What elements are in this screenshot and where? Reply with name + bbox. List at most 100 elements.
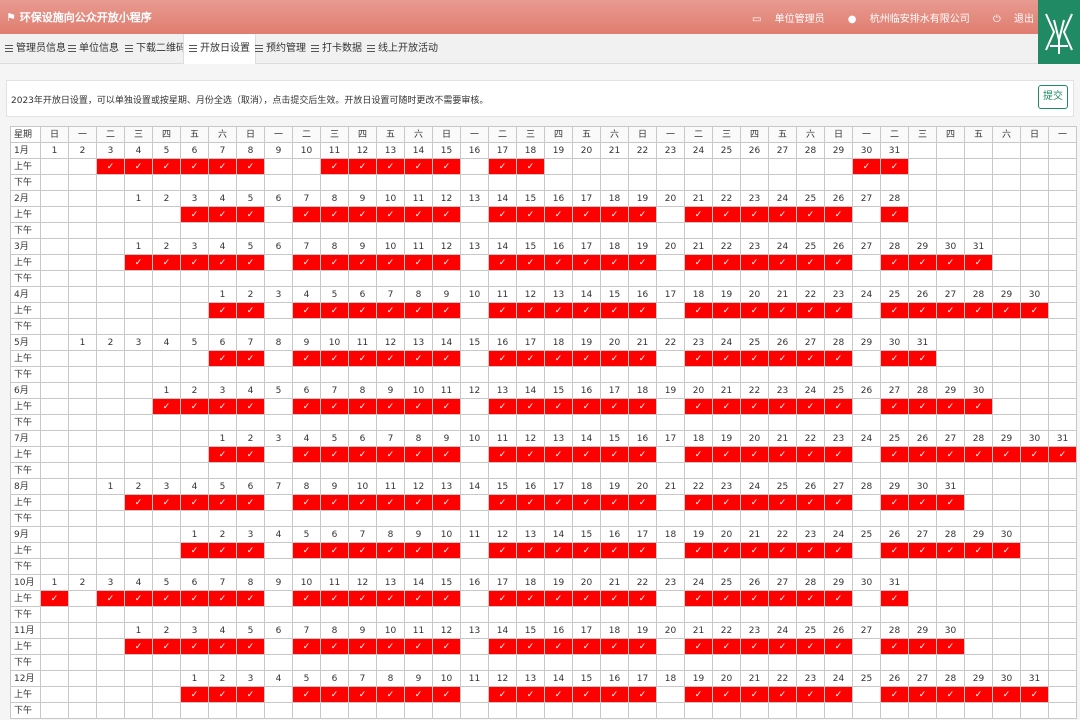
- pm-slot-cell[interactable]: [264, 702, 293, 719]
- am-slot-cell[interactable]: ✓: [572, 590, 601, 607]
- pm-slot-cell[interactable]: [348, 558, 377, 575]
- am-slot-cell[interactable]: ✓: [404, 158, 433, 175]
- am-slot-cell[interactable]: ✓: [348, 350, 377, 367]
- pm-slot-cell[interactable]: [1048, 462, 1077, 479]
- am-slot-cell[interactable]: ✓: [376, 350, 405, 367]
- pm-slot-cell[interactable]: [516, 654, 545, 671]
- am-slot-cell[interactable]: ✓: [768, 590, 797, 607]
- pm-slot-cell[interactable]: [656, 270, 685, 287]
- am-slot-cell[interactable]: ✓: [684, 542, 713, 559]
- pm-slot-cell[interactable]: [348, 222, 377, 239]
- pm-slot-cell[interactable]: [740, 318, 769, 335]
- am-slot-cell[interactable]: ✓: [488, 302, 517, 319]
- pm-slot-cell[interactable]: [684, 510, 713, 527]
- am-slot-cell[interactable]: ✓: [180, 206, 209, 223]
- pm-slot-cell[interactable]: [880, 318, 909, 335]
- pm-slot-cell[interactable]: [404, 414, 433, 431]
- pm-slot-cell[interactable]: [824, 462, 853, 479]
- month-select-4[interactable]: 4月: [10, 286, 41, 303]
- pm-slot-cell[interactable]: [544, 270, 573, 287]
- am-slot-cell[interactable]: ✓: [796, 494, 825, 511]
- pm-slot-cell[interactable]: [964, 414, 993, 431]
- am-slot-cell[interactable]: ✓: [180, 686, 209, 703]
- am-slot-cell[interactable]: ✓: [432, 254, 461, 271]
- pm-slot-cell[interactable]: [432, 222, 461, 239]
- am-slot-cell[interactable]: [460, 638, 489, 655]
- am-slot-cell[interactable]: [124, 350, 153, 367]
- am-slot-cell[interactable]: ✓: [320, 398, 349, 415]
- pm-slot-cell[interactable]: [264, 366, 293, 383]
- pm-slot-cell[interactable]: [880, 462, 909, 479]
- am-slot-cell[interactable]: [656, 206, 685, 223]
- am-slot-cell[interactable]: ✓: [152, 494, 181, 511]
- pm-slot-cell[interactable]: [964, 270, 993, 287]
- am-slot-cell[interactable]: ✓: [376, 590, 405, 607]
- pm-slot-cell[interactable]: [852, 366, 881, 383]
- am-slot-cell[interactable]: ✓: [292, 398, 321, 415]
- pm-slot-cell[interactable]: [320, 558, 349, 575]
- pm-slot-cell[interactable]: [460, 510, 489, 527]
- pm-slot-cell[interactable]: [236, 174, 265, 191]
- pm-slot-cell[interactable]: [544, 174, 573, 191]
- pm-slot-cell[interactable]: [600, 270, 629, 287]
- am-slot-cell[interactable]: ✓: [292, 638, 321, 655]
- weekday-select-1[interactable]: 一: [852, 126, 881, 143]
- am-slot-cell[interactable]: [40, 158, 69, 175]
- tab-download-qrcode[interactable]: 下载二维码: [120, 34, 191, 64]
- am-slot-cell[interactable]: ✓: [600, 206, 629, 223]
- weekday-select-3[interactable]: 三: [712, 126, 741, 143]
- pm-slot-cell[interactable]: [376, 510, 405, 527]
- am-slot-cell[interactable]: ✓: [516, 254, 545, 271]
- am-slot-cell[interactable]: ✓: [796, 302, 825, 319]
- pm-slot-cell[interactable]: [768, 558, 797, 575]
- am-slot-cell[interactable]: ✓: [404, 686, 433, 703]
- am-slot-cell[interactable]: [852, 542, 881, 559]
- pm-slot-cell[interactable]: [152, 510, 181, 527]
- am-slot-cell[interactable]: ✓: [180, 158, 209, 175]
- am-slot-cell[interactable]: ✓: [348, 638, 377, 655]
- pm-slot-cell[interactable]: [544, 462, 573, 479]
- pm-slot-cell[interactable]: [124, 366, 153, 383]
- pm-slot-cell[interactable]: [796, 558, 825, 575]
- am-slot-cell[interactable]: ✓: [740, 302, 769, 319]
- am-slot-cell[interactable]: ✓: [964, 446, 993, 463]
- pm-slot-cell[interactable]: [684, 462, 713, 479]
- am-slot-cell[interactable]: ✓: [432, 590, 461, 607]
- pm-slot-cell[interactable]: [292, 558, 321, 575]
- am-slot-cell[interactable]: [264, 398, 293, 415]
- am-slot-cell[interactable]: ✓: [572, 206, 601, 223]
- pm-slot-cell[interactable]: [656, 174, 685, 191]
- am-slot-cell[interactable]: ✓: [1020, 446, 1049, 463]
- pm-slot-cell[interactable]: [740, 510, 769, 527]
- pm-slot-cell[interactable]: [488, 654, 517, 671]
- pm-slot-cell[interactable]: [684, 702, 713, 719]
- am-slot-cell[interactable]: [460, 158, 489, 175]
- am-slot-cell[interactable]: ✓: [684, 446, 713, 463]
- am-slot-cell[interactable]: ✓: [208, 158, 237, 175]
- am-slot-cell[interactable]: ✓: [964, 302, 993, 319]
- am-slot-cell[interactable]: ✓: [488, 254, 517, 271]
- pm-slot-cell[interactable]: [180, 702, 209, 719]
- am-slot-cell[interactable]: ✓: [516, 686, 545, 703]
- pm-slot-cell[interactable]: [740, 702, 769, 719]
- pm-slot-cell[interactable]: [320, 654, 349, 671]
- pm-slot-cell[interactable]: [348, 318, 377, 335]
- am-slot-cell[interactable]: ✓: [908, 638, 937, 655]
- am-slot-cell[interactable]: ✓: [628, 590, 657, 607]
- am-slot-cell[interactable]: ✓: [96, 158, 125, 175]
- pm-slot-cell[interactable]: [796, 654, 825, 671]
- pm-slot-cell[interactable]: [768, 510, 797, 527]
- am-slot-cell[interactable]: ✓: [488, 158, 517, 175]
- am-slot-cell[interactable]: [264, 638, 293, 655]
- pm-slot-cell[interactable]: [432, 558, 461, 575]
- pm-slot-cell[interactable]: [628, 174, 657, 191]
- pm-slot-cell[interactable]: [852, 702, 881, 719]
- am-slot-cell[interactable]: ✓: [208, 254, 237, 271]
- am-slot-cell[interactable]: ✓: [796, 206, 825, 223]
- pm-slot-cell[interactable]: [376, 414, 405, 431]
- am-slot-cell[interactable]: [656, 158, 685, 175]
- weekday-select-6[interactable]: 六: [404, 126, 433, 143]
- am-slot-cell[interactable]: ✓: [292, 446, 321, 463]
- weekday-select-1[interactable]: 一: [460, 126, 489, 143]
- pm-slot-cell[interactable]: [236, 318, 265, 335]
